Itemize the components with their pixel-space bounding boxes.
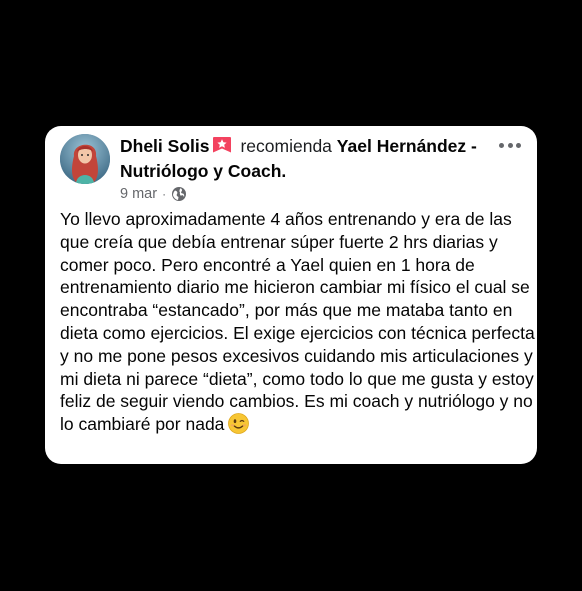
recommendation-post-card: Dheli Solis recomienda Yael Hernández - N… — [45, 126, 537, 464]
meta-separator: · — [162, 187, 167, 201]
more-dot — [516, 142, 521, 148]
winking-face-emoji — [228, 413, 250, 435]
post-text: Yo llevo aproximadamente 4 años entrenan… — [60, 208, 535, 436]
more-dot — [499, 142, 504, 148]
post-date-link[interactable]: 9 mar — [120, 186, 157, 202]
author-name-link[interactable]: Dheli Solis — [120, 136, 209, 156]
recommends-label: recomienda — [240, 136, 332, 156]
globe-icon[interactable] — [171, 186, 187, 202]
post-meta: 9 mar · — [120, 186, 187, 202]
post-body: Yo llevo aproximadamente 4 años entrenan… — [60, 209, 535, 435]
more-dot — [507, 142, 513, 148]
post-header: Dheli Solis recomienda Yael Hernández - N… — [120, 134, 510, 184]
more-options-icon[interactable] — [499, 140, 521, 150]
author-avatar[interactable] — [60, 134, 110, 184]
recommend-star-icon — [212, 136, 232, 154]
